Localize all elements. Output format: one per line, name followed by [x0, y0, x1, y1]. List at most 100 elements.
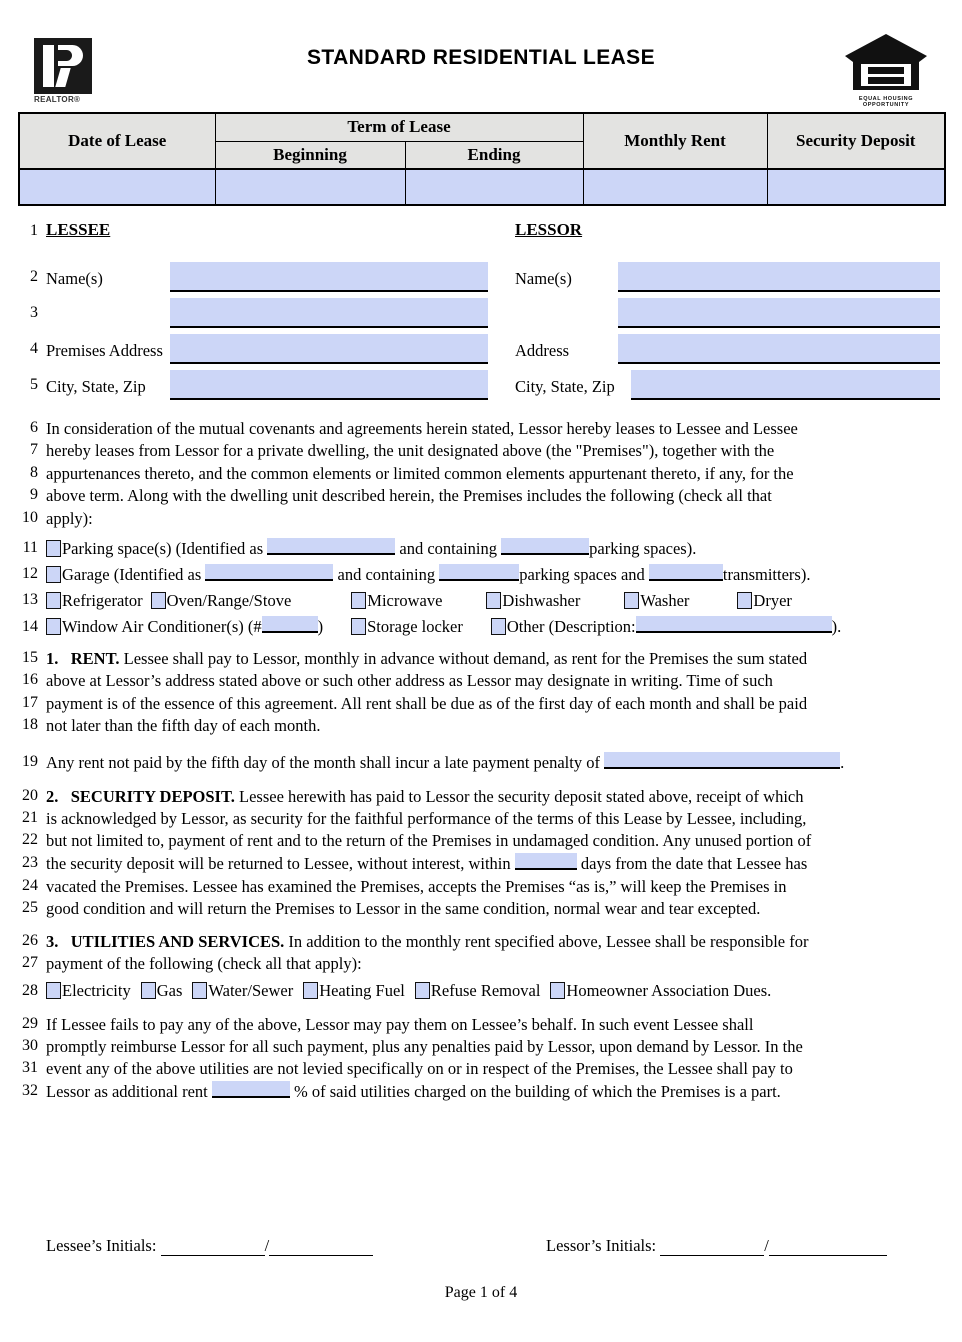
lessor-address-field[interactable]: [618, 334, 940, 364]
checkbox-water-sewer[interactable]: [192, 981, 208, 999]
garage-transmitters-field[interactable]: [648, 564, 723, 582]
garage-text-pre: Garage (Identified as: [62, 565, 202, 585]
checkbox-washer[interactable]: [624, 592, 640, 610]
section1-line-18: 18 not later than the fifth day of each …: [18, 715, 944, 737]
field-term-beginning[interactable]: [214, 168, 406, 206]
intro-text-7: hereby leases from Lessor for a private …: [46, 441, 775, 461]
parking-identified-field[interactable]: [267, 538, 396, 556]
checkbox-other[interactable]: [490, 618, 506, 636]
checkbox-dryer[interactable]: [737, 592, 753, 610]
header-beginning: Beginning: [214, 140, 406, 170]
deposit-return-days-field[interactable]: [514, 852, 577, 870]
line-number: 1: [30, 222, 38, 239]
section3-utilities-checkboxes: 28 Electricity Gas Water/Sewer Heating Fuel…: [18, 978, 944, 1006]
checkbox-dishwasher[interactable]: [486, 592, 502, 610]
checkbox-gas[interactable]: [140, 981, 156, 999]
label-other: Other (Description:: [506, 617, 636, 637]
section3-text-31: event any of the above utilities are not…: [46, 1059, 793, 1079]
lessor-names-label: Name(s): [515, 269, 572, 288]
additional-rent-percent-field[interactable]: [211, 1080, 290, 1098]
parties-row-names: 2 Name(s) Name(s): [18, 260, 944, 296]
lessor-initials-group: Lessor’s Initials: /: [546, 1236, 887, 1256]
line-number: 25: [22, 899, 38, 917]
lessee-initials-label: Lessee’s Initials:: [46, 1236, 157, 1255]
line-number: 29: [22, 1014, 38, 1032]
lessee-initial-field-2[interactable]: [269, 1241, 374, 1256]
intro-text-6: In consideration of the mutual covenants…: [46, 419, 798, 438]
lessor-initial-field-2[interactable]: [768, 1241, 887, 1256]
garage-identified-field[interactable]: [205, 564, 334, 582]
section2-text-24: vacated the Premises. Lessee has examine…: [46, 876, 787, 896]
checkbox-refuse-removal[interactable]: [414, 981, 430, 999]
section1-line-17: 17 payment is of the essence of this agr…: [18, 693, 944, 715]
checkbox-microwave[interactable]: [351, 592, 367, 610]
parties-row-address: 4 Premises Address Address: [18, 332, 944, 368]
lessee-city-label: City, State, Zip: [46, 377, 146, 396]
checkbox-storage-locker[interactable]: [351, 618, 367, 636]
section1-text-17: payment is of the essence of this agreem…: [46, 693, 808, 713]
intro-text-8: appurtenances thereto, and the common el…: [46, 463, 794, 483]
lessor-names-field[interactable]: [618, 262, 940, 292]
label-hoa-dues: Homeowner Association Dues.: [566, 980, 772, 1000]
label-refuse-removal: Refuse Removal: [430, 980, 541, 1000]
parties-section: 1 LESSEE LESSOR: [18, 220, 944, 260]
window-ac-count-field[interactable]: [261, 616, 318, 634]
section1-body-15: Lessee shall pay to Lessor, monthly in a…: [123, 649, 808, 669]
line-number: 3: [30, 304, 38, 321]
premises-address-field[interactable]: [170, 334, 488, 364]
header-ending: Ending: [404, 140, 584, 170]
line-number: 16: [22, 671, 38, 689]
line-number: 19: [22, 752, 38, 770]
checkbox-garage[interactable]: [46, 566, 61, 584]
garage-text-post: transmitters).: [722, 565, 811, 585]
field-date-of-lease[interactable]: [18, 168, 216, 206]
lessor-initial-field-1[interactable]: [660, 1241, 765, 1256]
lessee-heading: LESSEE: [46, 220, 111, 239]
section1-text-18: not later than the fifth day of each mon…: [46, 716, 321, 736]
lessee-names-field[interactable]: [170, 262, 488, 292]
line-number: 28: [22, 981, 38, 999]
label-gas: Gas: [156, 980, 183, 1000]
lessee-names2-field[interactable]: [170, 298, 488, 328]
label-window-air-conditioner: Window Air Conditioner(s) (#: [62, 617, 262, 637]
inclusion-line-appliances: 13 Refrigerator Oven/Range/Stove Microwave…: [18, 588, 944, 614]
section2-heading: SECURITY DEPOSIT.: [70, 786, 235, 806]
lessor-names2-field[interactable]: [618, 298, 940, 328]
section1-line-16: 16 above at Lessor’s address stated abov…: [18, 670, 944, 692]
section3-line-26: 26 3. UTILITIES AND SERVICES. In additio…: [18, 931, 944, 953]
document-header: REALTOR® STANDARD RESIDENTIAL LEASE EQUA…: [0, 0, 962, 112]
field-security-deposit[interactable]: [766, 168, 946, 206]
section2-text-25: good condition and will return the Premi…: [46, 899, 761, 919]
lessee-initial-field-1[interactable]: [160, 1241, 265, 1256]
checkbox-electricity[interactable]: [46, 981, 61, 999]
field-monthly-rent[interactable]: [582, 168, 768, 206]
inclusion-line-parking: 11 Parking space(s) (Identified as and c…: [18, 536, 944, 562]
checkbox-heating-fuel[interactable]: [303, 981, 319, 999]
checkbox-oven-range-stove[interactable]: [150, 592, 166, 610]
line-number: 21: [22, 809, 38, 827]
line-number: 27: [22, 954, 38, 972]
checkbox-window-air-conditioner[interactable]: [46, 618, 61, 636]
line-number: 14: [22, 618, 38, 636]
field-term-ending[interactable]: [404, 168, 584, 206]
lessor-initials-label: Lessor’s Initials:: [546, 1236, 657, 1255]
other-description-field[interactable]: [635, 616, 832, 634]
lessee-city-field[interactable]: [170, 370, 488, 400]
inclusion-line-garage: 12 Garage (Identified as and containing …: [18, 562, 944, 588]
checkbox-refrigerator[interactable]: [46, 592, 61, 610]
late-penalty-field[interactable]: [604, 751, 841, 769]
section2-line-20: 20 2. SECURITY DEPOSIT. Lessee herewith …: [18, 786, 944, 808]
header-security-deposit: Security Deposit: [766, 112, 946, 170]
garage-spaces-field[interactable]: [439, 564, 520, 582]
parking-count-field[interactable]: [501, 538, 590, 556]
line-number: 17: [22, 693, 38, 711]
line-number: 11: [22, 539, 38, 557]
section2-number: 2.: [46, 786, 59, 806]
intro-line-7: 7 hereby leases from Lessor for a privat…: [18, 440, 944, 462]
lessor-city-field[interactable]: [631, 370, 940, 400]
intro-text-9: above term. Along with the dwelling unit…: [46, 486, 772, 506]
checkbox-hoa-dues[interactable]: [550, 981, 566, 999]
lessee-initials-group: Lessee’s Initials: /: [46, 1236, 374, 1256]
checkbox-parking-space[interactable]: [46, 540, 61, 558]
section1-text-15: 1. RENT. Lessee shall pay to Lessor, mon…: [46, 648, 944, 670]
